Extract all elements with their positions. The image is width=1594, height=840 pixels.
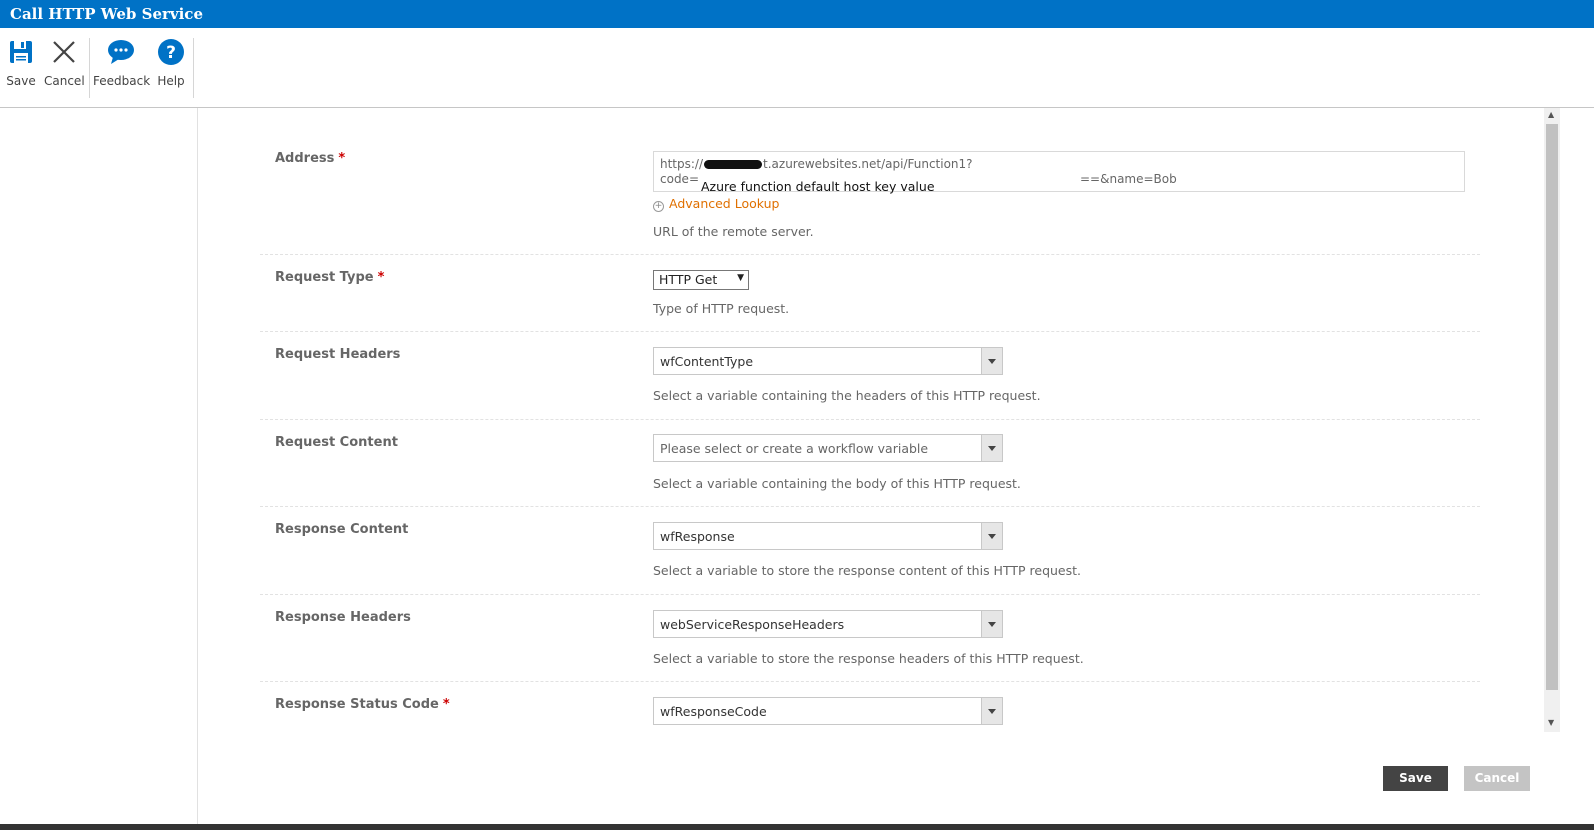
request-content-label: Request Content	[275, 435, 398, 450]
request-content-placeholder: Please select or create a workflow varia…	[660, 441, 929, 456]
form-content: Address * https://t.azurewebsites.net/api…	[198, 108, 1544, 824]
bottom-bar-strip	[0, 824, 1594, 830]
request-content-description: Select a variable containing the body of…	[653, 476, 1021, 491]
required-marker: *	[377, 270, 385, 285]
dropdown-button[interactable]	[981, 698, 1002, 724]
vertical-scrollbar[interactable]: ▲ ▼	[1544, 108, 1560, 732]
response-headers-row: Response Headers webServiceResponseHeade…	[260, 595, 1480, 682]
request-content-combo[interactable]: Please select or create a workflow varia…	[653, 434, 1003, 462]
dropdown-button[interactable]	[981, 348, 1002, 374]
response-headers-value: webServiceResponseHeaders	[660, 617, 845, 632]
scrollbar-thumb[interactable]	[1546, 124, 1558, 690]
redaction-mark	[704, 160, 763, 169]
scroll-down-arrow-icon[interactable]: ▼	[1548, 718, 1554, 727]
cancel-button[interactable]: Cancel	[44, 38, 85, 96]
request-headers-value: wfContentType	[660, 354, 754, 369]
response-status-code-value: wfResponseCode	[660, 704, 767, 719]
dropdown-button[interactable]	[981, 611, 1002, 637]
response-content-combo[interactable]: wfResponse	[653, 522, 1003, 550]
question-icon: ?	[158, 39, 184, 65]
help-button[interactable]: ? Help	[156, 38, 186, 96]
ribbon-toolbar: Save Cancel Feedback ? Help	[0, 28, 1594, 108]
response-headers-combo[interactable]: webServiceResponseHeaders	[653, 610, 1003, 638]
left-pane	[0, 108, 198, 824]
ribbon-separator	[89, 38, 90, 98]
dropdown-button[interactable]	[981, 523, 1002, 549]
response-content-row: Response Content wfResponse Select a var…	[260, 507, 1480, 595]
request-type-label: Request Type *	[275, 270, 385, 285]
footer-cancel-button[interactable]: Cancel	[1464, 766, 1530, 791]
feedback-button-label: Feedback	[93, 74, 151, 88]
request-type-row: Request Type * HTTP Get ▼ Type of HTTP req…	[260, 255, 1480, 332]
request-headers-row: Request Headers wfContentType Select a v…	[260, 332, 1480, 420]
response-content-label: Response Content	[275, 522, 409, 537]
response-content-value: wfResponse	[660, 529, 735, 544]
response-status-code-label: Response Status Code *	[275, 697, 450, 712]
required-marker: *	[338, 151, 346, 166]
window-title: Call HTTP Web Service	[0, 0, 1594, 28]
response-status-code-row: Response Status Code * wfResponseCode	[260, 682, 1480, 742]
address-label: Address *	[275, 151, 346, 166]
dropdown-arrow-icon: ▼	[737, 273, 744, 283]
svg-text:?: ?	[166, 43, 176, 63]
scroll-up-arrow-icon[interactable]: ▲	[1548, 110, 1554, 119]
save-button[interactable]: Save	[6, 38, 36, 96]
request-headers-description: Select a variable containing the headers…	[653, 388, 1041, 403]
request-headers-combo[interactable]: wfContentType	[653, 347, 1003, 375]
dropdown-button[interactable]	[981, 435, 1002, 461]
help-button-label: Help	[157, 74, 185, 88]
request-type-select[interactable]: HTTP Get ▼	[653, 270, 749, 290]
address-description: URL of the remote server.	[653, 224, 814, 239]
feedback-button[interactable]: Feedback	[93, 38, 151, 96]
address-annotation: Azure function default host key value	[701, 179, 935, 194]
request-headers-label: Request Headers	[275, 347, 401, 362]
advanced-lookup-link[interactable]: + Advanced Lookup	[653, 196, 779, 212]
address-row: Address * https://t.azurewebsites.net/api…	[260, 108, 1480, 255]
footer-save-button[interactable]: Save	[1383, 766, 1448, 791]
chat-bubble-icon	[108, 40, 134, 64]
response-status-code-combo[interactable]: wfResponseCode	[653, 697, 1003, 725]
request-type-description: Type of HTTP request.	[653, 301, 790, 316]
ribbon-separator	[193, 38, 194, 98]
cancel-button-label: Cancel	[44, 74, 85, 88]
save-button-label: Save	[6, 74, 36, 88]
response-headers-description: Select a variable to store the response …	[653, 651, 1084, 666]
response-content-description: Select a variable to store the response …	[653, 563, 1082, 578]
required-marker: *	[442, 697, 450, 712]
close-icon	[53, 41, 75, 63]
save-icon	[10, 41, 32, 63]
address-line-1: https://t.azurewebsites.net/api/Function…	[660, 157, 973, 171]
bottom-bar	[0, 824, 1594, 840]
request-content-row: Request Content Please select or create …	[260, 420, 1480, 507]
plus-circle-icon: +	[653, 201, 664, 212]
response-headers-label: Response Headers	[275, 610, 411, 625]
